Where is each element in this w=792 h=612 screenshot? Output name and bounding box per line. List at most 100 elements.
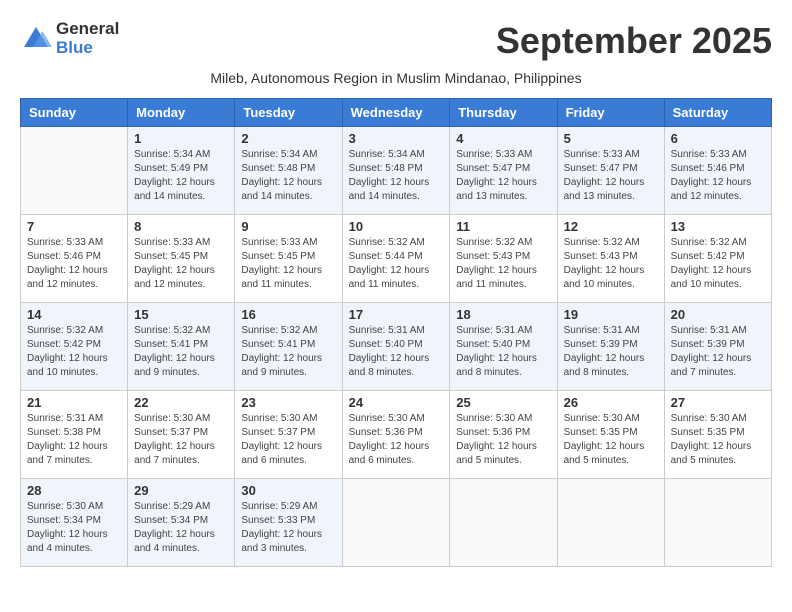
- calendar-day-cell: 25Sunrise: 5:30 AM Sunset: 5:36 PM Dayli…: [450, 391, 557, 479]
- day-info: Sunrise: 5:34 AM Sunset: 5:49 PM Dayligh…: [134, 148, 228, 204]
- day-info: Sunrise: 5:32 AM Sunset: 5:41 PM Dayligh…: [134, 324, 228, 380]
- calendar-day-cell: 15 Sunrise: 5:32 AM Sunset: 5:41 PM Dayli…: [128, 303, 235, 391]
- weekday-header-wednesday: Wednesday: [342, 99, 450, 127]
- day-number: 29: [134, 483, 228, 498]
- calendar-day-cell: 11 Sunrise: 5:32 AM Sunset: 5:43 PM Dayli…: [450, 215, 557, 303]
- day-number: 2: [241, 131, 335, 146]
- day-info: Sunrise: 5:31 AM Sunset: 5:39 PM Dayligh…: [564, 324, 658, 380]
- calendar-day-cell: [21, 127, 128, 215]
- day-info: Sunrise: 5:31 AM Sunset: 5:38 PM Dayligh…: [27, 412, 121, 468]
- calendar-day-cell: 17 Sunrise: 5:31 AM Sunset: 5:40 PM Dayli…: [342, 303, 450, 391]
- calendar-day-cell: [664, 479, 771, 567]
- logo-icon: [20, 23, 52, 55]
- day-info: Sunrise: 5:31 AM Sunset: 5:40 PM Dayligh…: [456, 324, 550, 380]
- day-info: Sunrise: 5:30 AM Sunset: 5:37 PM Dayligh…: [134, 412, 228, 468]
- day-info: Sunrise: 5:33 AM Sunset: 5:45 PM Dayligh…: [134, 236, 228, 292]
- logo-text-general: General: [56, 20, 119, 39]
- day-number: 13: [671, 219, 765, 234]
- calendar-day-cell: 24Sunrise: 5:30 AM Sunset: 5:36 PM Dayli…: [342, 391, 450, 479]
- day-info: Sunrise: 5:31 AM Sunset: 5:39 PM Dayligh…: [671, 324, 765, 380]
- day-number: 19: [564, 307, 658, 322]
- calendar-day-cell: 21Sunrise: 5:31 AM Sunset: 5:38 PM Dayli…: [21, 391, 128, 479]
- calendar-day-cell: 16 Sunrise: 5:32 AM Sunset: 5:41 PM Dayli…: [235, 303, 342, 391]
- calendar-week-row: 21Sunrise: 5:31 AM Sunset: 5:38 PM Dayli…: [21, 391, 772, 479]
- day-number: 24: [349, 395, 444, 410]
- calendar-day-cell: 9Sunrise: 5:33 AM Sunset: 5:45 PM Daylig…: [235, 215, 342, 303]
- calendar-day-cell: [450, 479, 557, 567]
- calendar-day-cell: 18 Sunrise: 5:31 AM Sunset: 5:40 PM Dayli…: [450, 303, 557, 391]
- day-number: 10: [349, 219, 444, 234]
- day-info: Sunrise: 5:32 AM Sunset: 5:43 PM Dayligh…: [564, 236, 658, 292]
- day-info: Sunrise: 5:32 AM Sunset: 5:42 PM Dayligh…: [27, 324, 121, 380]
- calendar-day-cell: 30Sunrise: 5:29 AM Sunset: 5:33 PM Dayli…: [235, 479, 342, 567]
- calendar-day-cell: 29 Sunrise: 5:29 AM Sunset: 5:34 PM Dayli…: [128, 479, 235, 567]
- month-title: September 2025: [496, 20, 772, 62]
- day-number: 18: [456, 307, 550, 322]
- day-number: 27: [671, 395, 765, 410]
- calendar-day-cell: 27 Sunrise: 5:30 AM Sunset: 5:35 PM Dayli…: [664, 391, 771, 479]
- day-info: Sunrise: 5:33 AM Sunset: 5:47 PM Dayligh…: [564, 148, 658, 204]
- day-number: 4: [456, 131, 550, 146]
- weekday-header-sunday: Sunday: [21, 99, 128, 127]
- calendar-day-cell: 12 Sunrise: 5:32 AM Sunset: 5:43 PM Dayli…: [557, 215, 664, 303]
- logo: General Blue: [20, 20, 119, 57]
- day-info: Sunrise: 5:32 AM Sunset: 5:42 PM Dayligh…: [671, 236, 765, 292]
- day-info: Sunrise: 5:34 AM Sunset: 5:48 PM Dayligh…: [349, 148, 444, 204]
- day-number: 28: [27, 483, 121, 498]
- day-number: 12: [564, 219, 658, 234]
- day-number: 5: [564, 131, 658, 146]
- day-number: 15: [134, 307, 228, 322]
- day-number: 1: [134, 131, 228, 146]
- calendar-day-cell: 3 Sunrise: 5:34 AM Sunset: 5:48 PM Daylig…: [342, 127, 450, 215]
- weekday-header-row: SundayMondayTuesdayWednesdayThursdayFrid…: [21, 99, 772, 127]
- calendar-week-row: 14 Sunrise: 5:32 AM Sunset: 5:42 PM Dayli…: [21, 303, 772, 391]
- day-info: Sunrise: 5:30 AM Sunset: 5:35 PM Dayligh…: [671, 412, 765, 468]
- day-info: Sunrise: 5:33 AM Sunset: 5:47 PM Dayligh…: [456, 148, 550, 204]
- calendar-day-cell: 2 Sunrise: 5:34 AM Sunset: 5:48 PM Daylig…: [235, 127, 342, 215]
- day-info: Sunrise: 5:29 AM Sunset: 5:34 PM Dayligh…: [134, 500, 228, 556]
- day-info: Sunrise: 5:31 AM Sunset: 5:40 PM Dayligh…: [349, 324, 444, 380]
- day-number: 9: [241, 219, 335, 234]
- day-number: 20: [671, 307, 765, 322]
- calendar-table: SundayMondayTuesdayWednesdayThursdayFrid…: [20, 98, 772, 567]
- calendar-day-cell: 28 Sunrise: 5:30 AM Sunset: 5:34 PM Dayli…: [21, 479, 128, 567]
- day-number: 16: [241, 307, 335, 322]
- logo-text-blue: Blue: [56, 39, 119, 58]
- calendar-day-cell: 4 Sunrise: 5:33 AM Sunset: 5:47 PM Daylig…: [450, 127, 557, 215]
- calendar-week-row: 7Sunrise: 5:33 AM Sunset: 5:46 PM Daylig…: [21, 215, 772, 303]
- day-info: Sunrise: 5:30 AM Sunset: 5:34 PM Dayligh…: [27, 500, 121, 556]
- weekday-header-friday: Friday: [557, 99, 664, 127]
- day-info: Sunrise: 5:33 AM Sunset: 5:46 PM Dayligh…: [27, 236, 121, 292]
- day-number: 22: [134, 395, 228, 410]
- calendar-week-row: 1 Sunrise: 5:34 AM Sunset: 5:49 PM Daylig…: [21, 127, 772, 215]
- day-number: 11: [456, 219, 550, 234]
- day-number: 3: [349, 131, 444, 146]
- calendar-day-cell: 26 Sunrise: 5:30 AM Sunset: 5:35 PM Dayli…: [557, 391, 664, 479]
- day-number: 26: [564, 395, 658, 410]
- calendar-day-cell: 1 Sunrise: 5:34 AM Sunset: 5:49 PM Daylig…: [128, 127, 235, 215]
- day-info: Sunrise: 5:32 AM Sunset: 5:43 PM Dayligh…: [456, 236, 550, 292]
- calendar-day-cell: 13 Sunrise: 5:32 AM Sunset: 5:42 PM Dayli…: [664, 215, 771, 303]
- day-info: Sunrise: 5:34 AM Sunset: 5:48 PM Dayligh…: [241, 148, 335, 204]
- day-info: Sunrise: 5:30 AM Sunset: 5:35 PM Dayligh…: [564, 412, 658, 468]
- calendar-day-cell: 5 Sunrise: 5:33 AM Sunset: 5:47 PM Daylig…: [557, 127, 664, 215]
- subtitle: Mileb, Autonomous Region in Muslim Minda…: [20, 70, 772, 86]
- calendar-day-cell: 23Sunrise: 5:30 AM Sunset: 5:37 PM Dayli…: [235, 391, 342, 479]
- weekday-header-saturday: Saturday: [664, 99, 771, 127]
- day-number: 6: [671, 131, 765, 146]
- day-info: Sunrise: 5:30 AM Sunset: 5:37 PM Dayligh…: [241, 412, 335, 468]
- calendar-week-row: 28 Sunrise: 5:30 AM Sunset: 5:34 PM Dayli…: [21, 479, 772, 567]
- calendar-day-cell: [557, 479, 664, 567]
- weekday-header-tuesday: Tuesday: [235, 99, 342, 127]
- day-number: 17: [349, 307, 444, 322]
- day-number: 30: [241, 483, 335, 498]
- calendar-day-cell: 6Sunrise: 5:33 AM Sunset: 5:46 PM Daylig…: [664, 127, 771, 215]
- day-number: 14: [27, 307, 121, 322]
- day-info: Sunrise: 5:32 AM Sunset: 5:41 PM Dayligh…: [241, 324, 335, 380]
- day-info: Sunrise: 5:32 AM Sunset: 5:44 PM Dayligh…: [349, 236, 444, 292]
- calendar-day-cell: 8 Sunrise: 5:33 AM Sunset: 5:45 PM Daylig…: [128, 215, 235, 303]
- weekday-header-monday: Monday: [128, 99, 235, 127]
- day-number: 8: [134, 219, 228, 234]
- calendar-day-cell: 10 Sunrise: 5:32 AM Sunset: 5:44 PM Dayli…: [342, 215, 450, 303]
- calendar-day-cell: 7Sunrise: 5:33 AM Sunset: 5:46 PM Daylig…: [21, 215, 128, 303]
